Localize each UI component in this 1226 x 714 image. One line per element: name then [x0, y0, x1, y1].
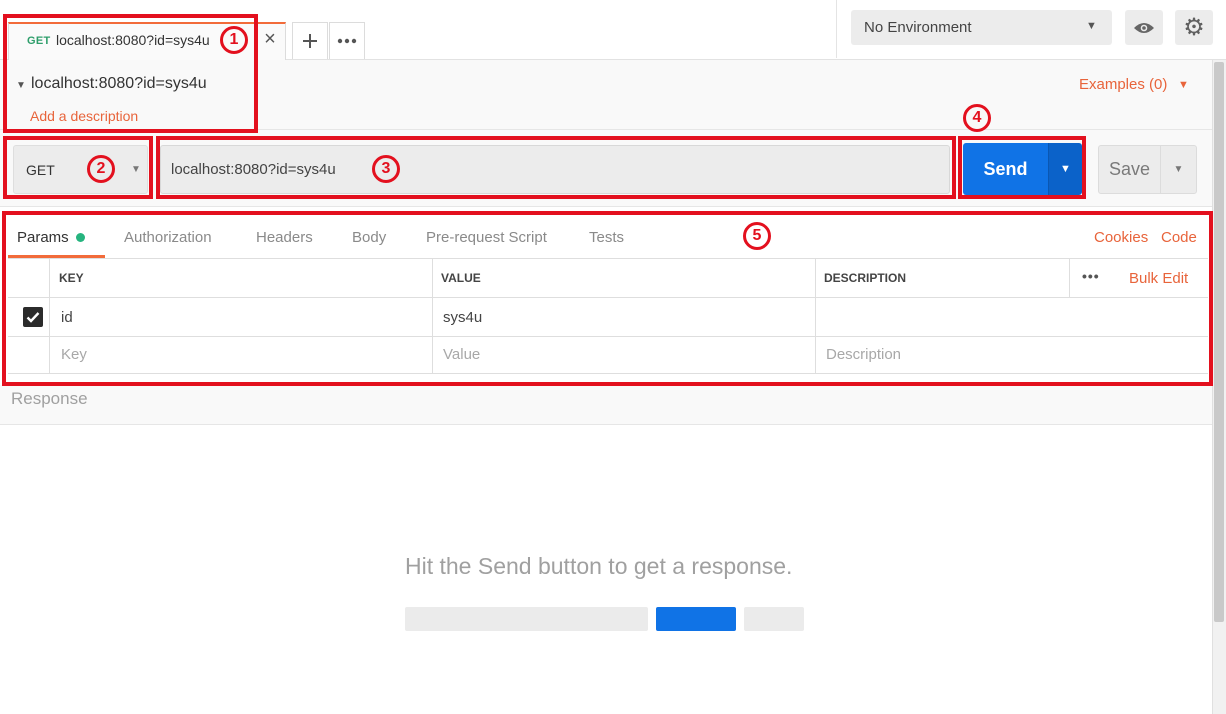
annotation-box-5 [2, 211, 1213, 386]
divider [836, 0, 837, 58]
settings-button[interactable]: ⚙ [1175, 10, 1213, 45]
placeholder-bar [405, 607, 648, 631]
save-options-button[interactable]: ▼ [1160, 145, 1197, 194]
annotation-badge-1: 1 [220, 26, 248, 54]
response-header [0, 385, 1212, 425]
caret-down-icon: ▼ [1086, 20, 1097, 32]
annotation-badge-4: 4 [963, 104, 991, 132]
environment-quick-look-button[interactable] [1125, 10, 1163, 45]
gear-icon: ⚙ [1183, 14, 1205, 41]
annotation-box-3 [156, 136, 956, 199]
annotation-box-1 [3, 14, 258, 133]
caret-down-icon: ▼ [1173, 164, 1184, 175]
placeholder-bar [744, 607, 804, 631]
annotation-box-4 [958, 136, 1086, 199]
more-tabs-button[interactable] [329, 22, 365, 59]
annotation-badge-5: 5 [743, 222, 771, 250]
placeholder-bar [656, 607, 736, 631]
new-tab-button[interactable] [292, 22, 328, 59]
empty-response-hint: Hit the Send button to get a response. [405, 553, 793, 579]
examples-dropdown[interactable]: Examples (0) [1079, 76, 1167, 93]
eye-icon [1134, 22, 1154, 33]
plus-icon [303, 34, 317, 48]
response-panel [0, 385, 1212, 714]
annotation-box-2 [3, 136, 153, 199]
environment-label: No Environment [864, 19, 972, 36]
annotation-badge-2: 2 [87, 155, 115, 183]
caret-down-icon: ▼ [1178, 79, 1189, 91]
close-icon[interactable]: × [262, 29, 278, 49]
save-button[interactable]: Save [1098, 145, 1161, 194]
scrollbar-thumb[interactable] [1214, 62, 1224, 622]
response-label: Response [11, 389, 88, 408]
annotation-badge-3: 3 [372, 155, 400, 183]
more-icon [337, 38, 357, 44]
divider [0, 206, 1212, 207]
